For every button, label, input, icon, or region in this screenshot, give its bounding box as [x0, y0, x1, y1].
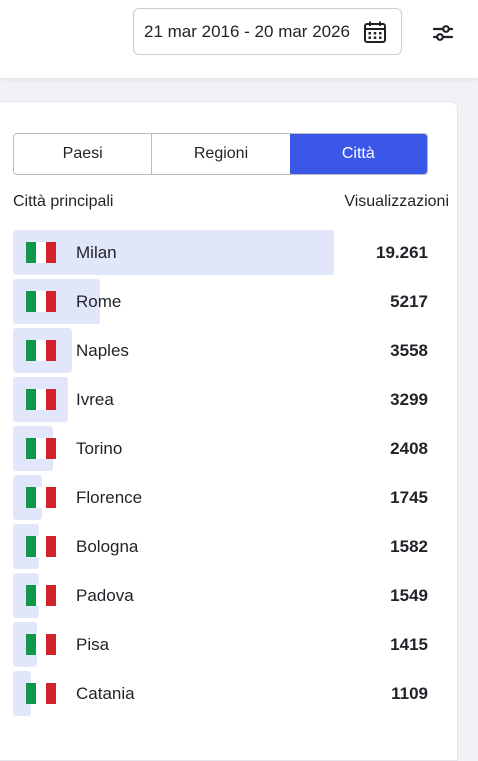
it-flag-icon [26, 438, 56, 459]
filter-button[interactable] [428, 18, 458, 48]
table-row: Pisa 1415 [13, 622, 453, 671]
views-count: 1549 [390, 586, 428, 605]
calendar-icon [364, 21, 386, 43]
city-name: Torino [76, 439, 123, 458]
table-row: Naples 3558 [13, 328, 453, 377]
views-count: 3299 [390, 390, 428, 409]
top-bar: 21 mar 2016 - 20 mar 2026 [0, 0, 478, 78]
cities-list: Milan 19.261 Rome 5217 Naples 3558 Ivrea 3299 To… [13, 230, 453, 720]
views-count: 1109 [391, 684, 428, 703]
views-count: 1415 [390, 635, 428, 654]
city-name: Rome [76, 292, 122, 311]
city-name: Catania [76, 684, 135, 703]
table-row: Florence 1745 [13, 475, 453, 524]
date-range-text: 21 mar 2016 - 20 mar 2026 [144, 21, 351, 41]
tab-paesi[interactable]: Paesi [14, 134, 152, 174]
city-name: Pisa [76, 635, 110, 654]
city-name: Bologna [76, 537, 139, 556]
views-count: 19.261 [376, 243, 428, 262]
it-flag-icon [26, 536, 56, 557]
table-row: Catania 1109 [13, 671, 453, 720]
it-flag-icon [26, 585, 56, 606]
it-flag-icon [26, 291, 56, 312]
views-count: 3558 [390, 341, 428, 360]
location-type-tabs: Paesi Regioni Città [13, 133, 428, 175]
views-count: 5217 [390, 292, 428, 311]
city-name: Padova [76, 586, 134, 605]
table-row: Ivrea 3299 [13, 377, 453, 426]
it-flag-icon [26, 487, 56, 508]
table-row: Padova 1549 [13, 573, 453, 622]
it-flag-icon [26, 340, 56, 361]
tab-regioni[interactable]: Regioni [151, 134, 290, 174]
city-name: Florence [76, 488, 143, 507]
it-flag-icon [26, 242, 56, 263]
tab-citta[interactable]: Città [289, 134, 427, 174]
table-row: Milan 19.261 [13, 230, 453, 279]
it-flag-icon [26, 634, 56, 655]
views-count: 1582 [390, 537, 428, 556]
date-range-picker[interactable]: 21 mar 2016 - 20 mar 2026 [133, 8, 402, 55]
column-header-views: Visualizzazioni [344, 193, 449, 210]
views-count: 2408 [390, 439, 428, 458]
it-flag-icon [26, 683, 56, 704]
table-row: Rome 5217 [13, 279, 453, 328]
top-cities-card: Paesi Regioni Città Città principali Vis… [0, 101, 458, 761]
sliders-icon [432, 25, 454, 41]
it-flag-icon [26, 389, 56, 410]
city-name: Milan [76, 243, 117, 262]
views-count: 1745 [390, 488, 428, 507]
city-name: Naples [76, 341, 129, 360]
city-name: Ivrea [76, 390, 114, 409]
table-row: Bologna 1582 [13, 524, 453, 573]
table-row: Torino 2408 [13, 426, 453, 475]
column-header-cities: Città principali [13, 193, 114, 210]
views-bar [13, 230, 334, 275]
